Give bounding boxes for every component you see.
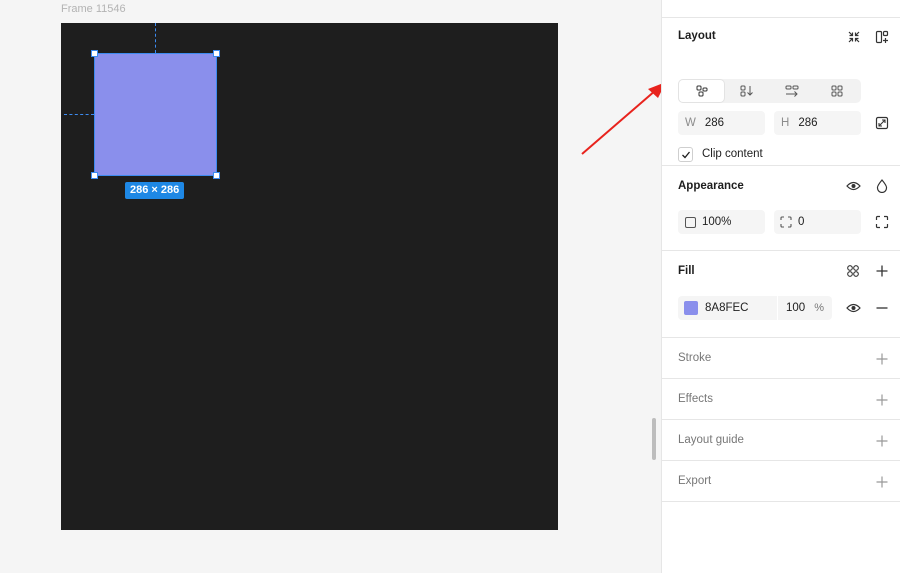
height-field[interactable]: H 286 (774, 111, 861, 135)
add-effect-icon[interactable] (874, 392, 890, 408)
corner-radius-icon (780, 216, 792, 228)
layout-guide-title: Layout guide (678, 434, 744, 446)
add-export-icon[interactable] (874, 474, 890, 490)
design-canvas[interactable]: Frame 11546 286 × 286 (0, 0, 660, 573)
add-layout-guide-icon[interactable] (874, 433, 890, 449)
resize-to-fit-icon[interactable] (874, 115, 890, 131)
export-section[interactable]: Export (662, 461, 900, 502)
add-fill-icon[interactable] (874, 263, 890, 279)
width-value[interactable]: 286 (705, 117, 724, 129)
remove-fill-icon[interactable] (874, 300, 890, 316)
fill-title: Fill (678, 265, 695, 277)
corner-radius-value[interactable]: 0 (798, 216, 804, 228)
opacity-icon (685, 216, 696, 228)
width-field[interactable]: W 286 (678, 111, 765, 135)
vertical-guide (155, 23, 156, 53)
width-label: W (685, 117, 696, 129)
vertical-layout-icon[interactable] (724, 80, 769, 102)
layout-section: Layout W 286 H 286 Clip content (662, 18, 900, 166)
auto-layout-icon[interactable] (874, 29, 890, 45)
blend-mode-icon[interactable] (874, 178, 890, 194)
clip-content-checkbox[interactable] (678, 147, 693, 162)
independent-corners-icon[interactable] (874, 214, 890, 230)
fill-hex-value[interactable]: 8A8FEC (705, 302, 748, 314)
stroke-section[interactable]: Stroke (662, 338, 900, 379)
add-stroke-icon[interactable] (874, 351, 890, 367)
layout-guide-section[interactable]: Layout guide (662, 420, 900, 461)
fill-visibility-eye-icon[interactable] (845, 300, 861, 316)
resize-handle-top-right[interactable] (213, 50, 220, 57)
eye-icon[interactable] (845, 178, 861, 194)
height-label: H (781, 117, 790, 129)
canvas-scrollbar[interactable] (652, 418, 656, 460)
opacity-field[interactable]: 100% (678, 210, 765, 234)
layout-title: Layout (678, 30, 716, 42)
fill-opacity-unit: % (814, 302, 824, 314)
corner-radius-field[interactable]: 0 (774, 210, 861, 234)
stroke-title: Stroke (678, 352, 712, 364)
horizontal-guide (64, 114, 94, 115)
clip-content-label[interactable]: Clip content (702, 148, 763, 160)
fill-color-swatch[interactable] (684, 301, 698, 315)
collapse-icon[interactable] (846, 29, 862, 45)
fill-opacity-field[interactable]: 100 % (778, 296, 832, 320)
fill-color-field[interactable]: 8A8FEC (678, 296, 777, 320)
fill-section: Fill 8A8FEC 100 % (662, 251, 900, 338)
resize-handle-bottom-left[interactable] (91, 172, 98, 179)
size-badge: 286 × 286 (125, 182, 185, 199)
properties-panel: Layout W 286 H 286 Clip content Appearan… (661, 0, 900, 573)
resize-handle-bottom-right[interactable] (213, 172, 220, 179)
height-value[interactable]: 286 (798, 117, 817, 129)
effects-title: Effects (678, 393, 713, 405)
grid-layout-icon[interactable] (815, 80, 860, 102)
layout-mode-segmented (678, 79, 861, 103)
selected-rectangle[interactable] (94, 53, 217, 176)
frame-label[interactable]: Frame 11546 (61, 3, 126, 15)
opacity-value[interactable]: 100% (702, 216, 731, 228)
resize-handle-top-left[interactable] (91, 50, 98, 57)
fill-opacity-value[interactable]: 100 (786, 302, 805, 314)
appearance-section: Appearance 100% 0 (662, 166, 900, 251)
export-title: Export (678, 475, 712, 487)
freeform-layout-icon[interactable] (679, 80, 725, 102)
panel-top-divider (662, 0, 900, 18)
annotation-arrow (581, 82, 666, 155)
effects-section[interactable]: Effects (662, 379, 900, 420)
horizontal-layout-icon[interactable] (770, 80, 815, 102)
styles-icon[interactable] (845, 263, 861, 279)
appearance-title: Appearance (678, 180, 744, 192)
